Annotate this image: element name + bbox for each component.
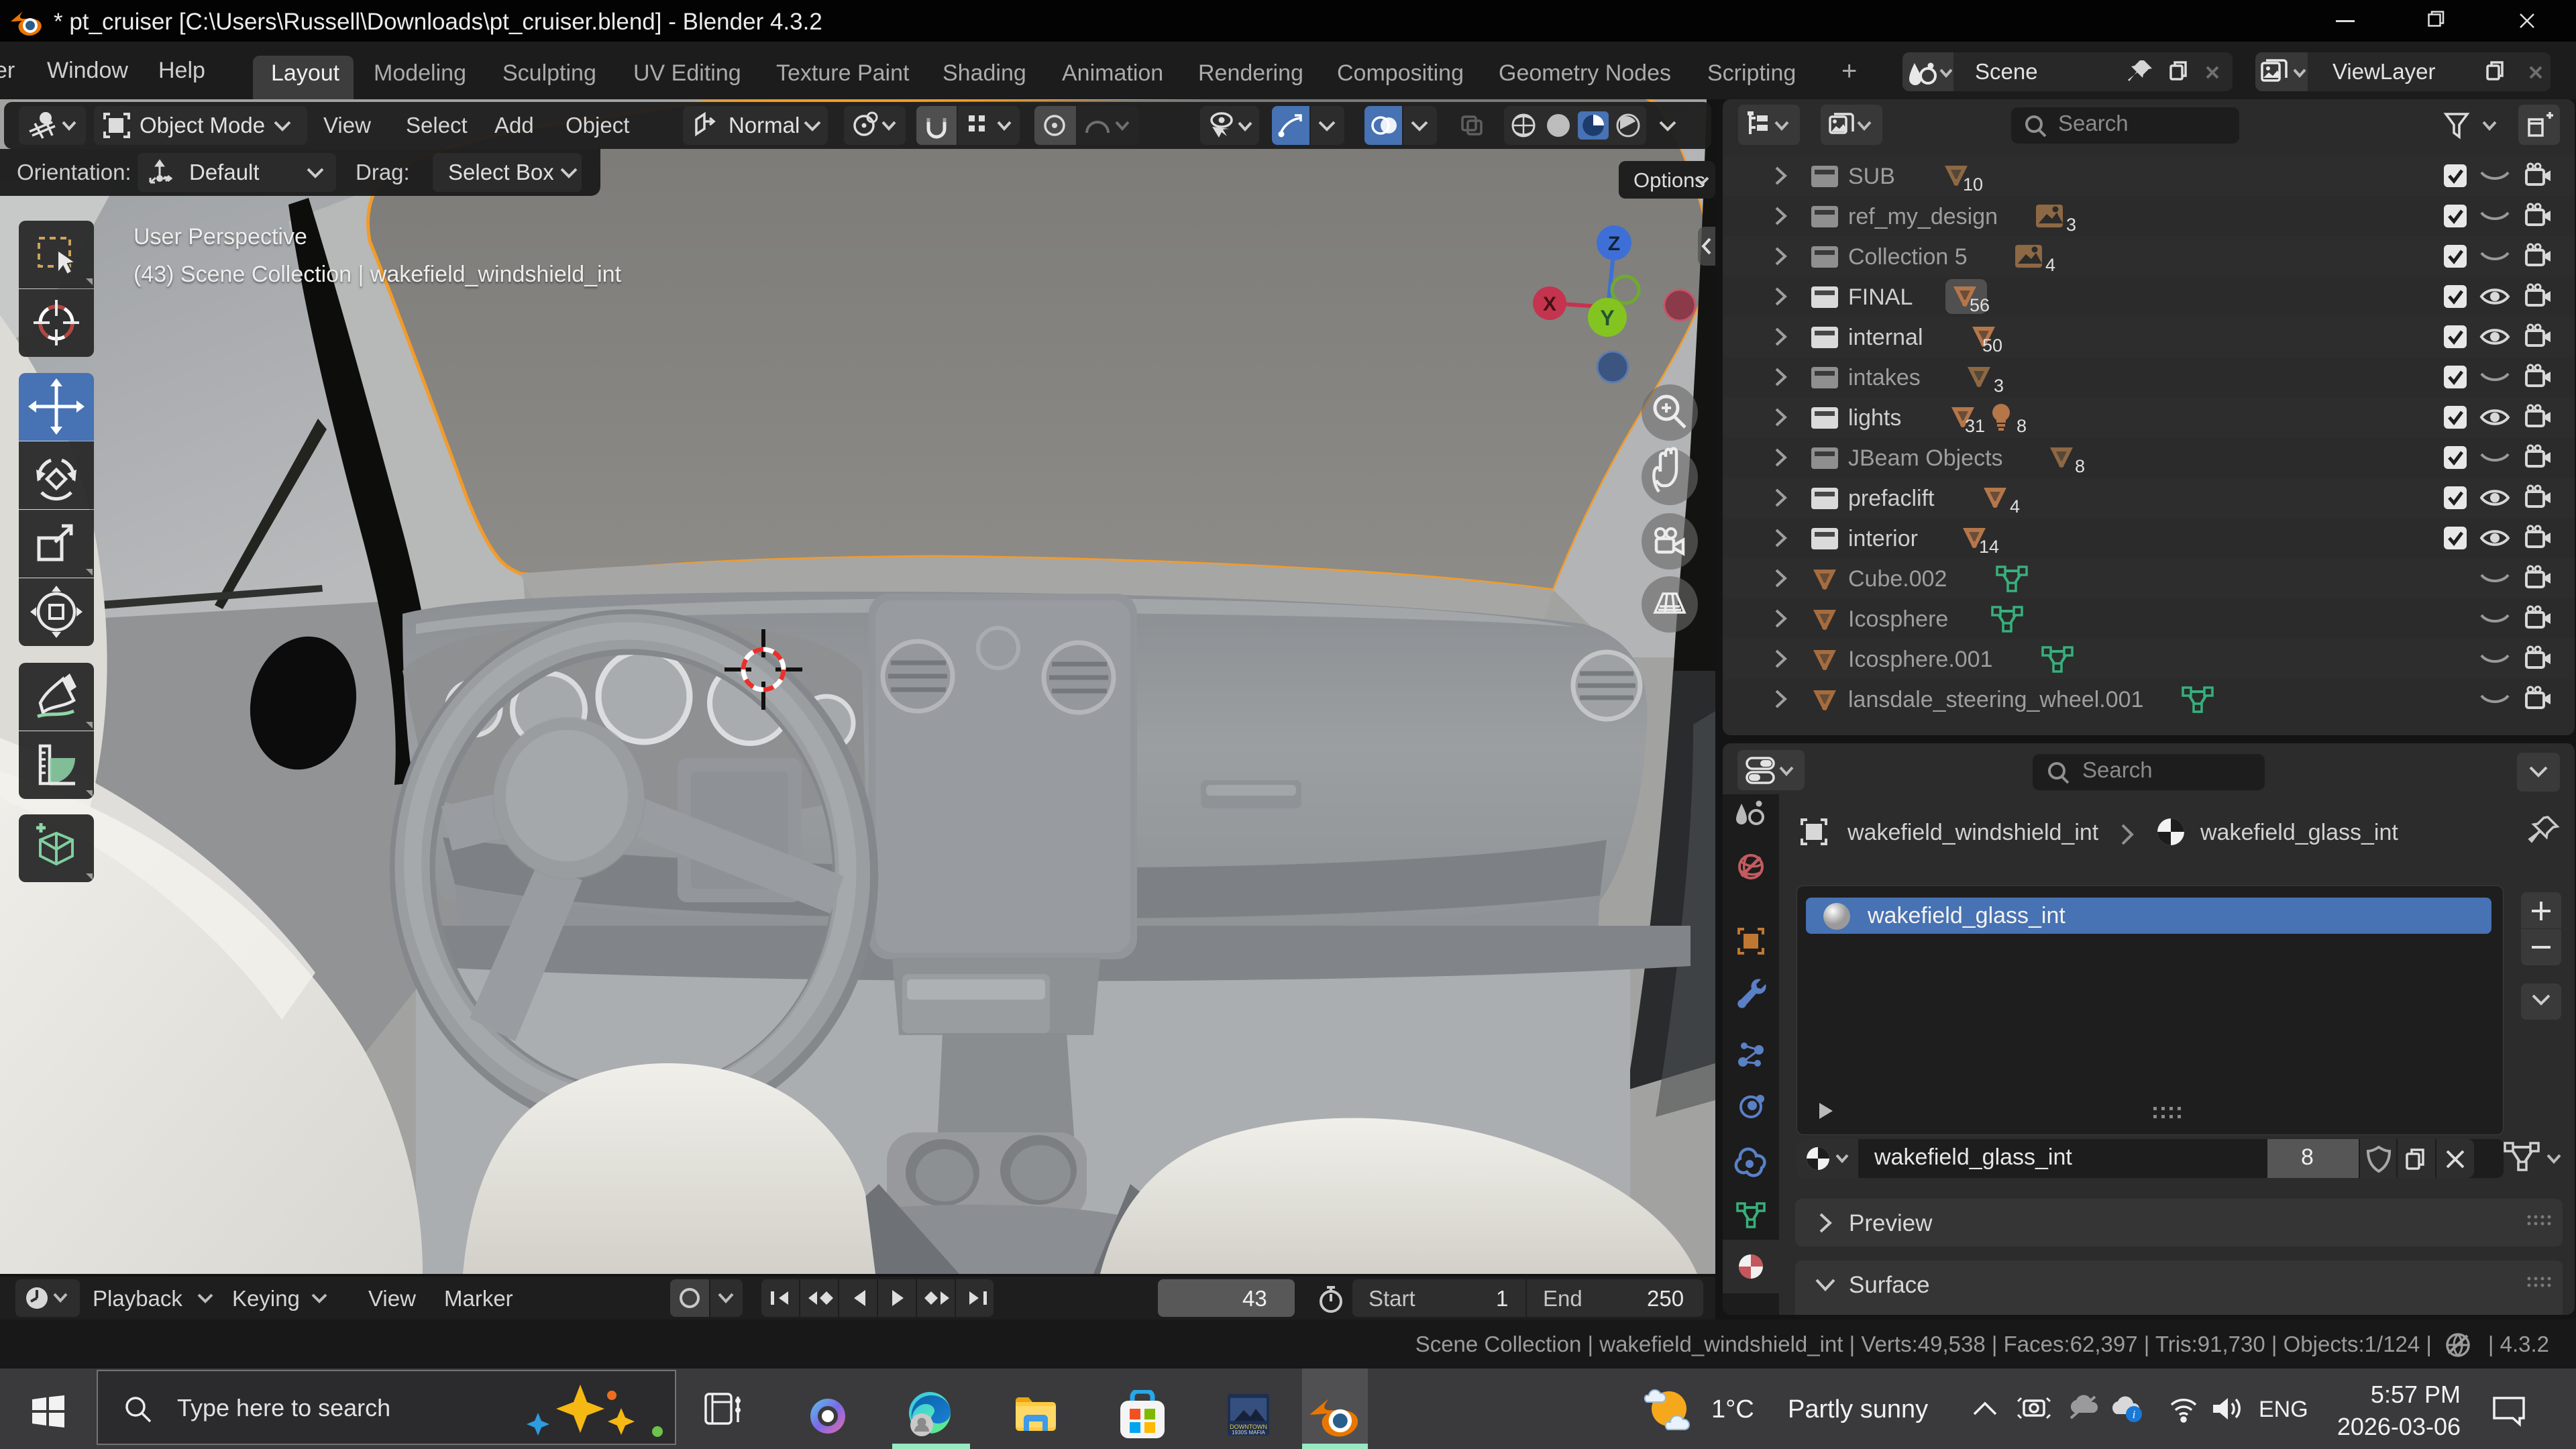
svg-text:3: 3	[1994, 376, 2004, 396]
svg-text:FINAL: FINAL	[1848, 284, 1913, 310]
svg-text:Cube.002: Cube.002	[1848, 566, 1947, 592]
svg-text:ENG: ENG	[2259, 1397, 2308, 1422]
svg-text:8: 8	[2075, 456, 2085, 476]
svg-text:56: 56	[1970, 295, 1990, 315]
svg-text:interior: interior	[1848, 526, 1918, 551]
svg-text:Y: Y	[1600, 306, 1614, 330]
svg-text:50: 50	[1982, 335, 2002, 356]
svg-text:prefaclift: prefaclift	[1848, 486, 1935, 511]
svg-text:intakes: intakes	[1848, 365, 1921, 390]
svg-text:Icosphere: Icosphere	[1848, 606, 1948, 632]
svg-text:8: 8	[2017, 416, 2027, 436]
svg-text:3: 3	[2066, 215, 2076, 235]
svg-text:Collection 5: Collection 5	[1848, 244, 1968, 270]
svg-text:4: 4	[2045, 255, 2055, 275]
svg-text:JBeam Objects: JBeam Objects	[1848, 445, 2003, 471]
svg-text:Icosphere.001: Icosphere.001	[1848, 647, 1993, 672]
svg-text:1930S MAFIA: 1930S MAFIA	[1232, 1430, 1265, 1436]
svg-text:X: X	[1543, 293, 1556, 315]
svg-text:ref_my_design: ref_my_design	[1848, 204, 1998, 229]
svg-text:31: 31	[1965, 416, 1985, 436]
svg-text:10: 10	[1963, 174, 1983, 195]
svg-text:internal: internal	[1848, 325, 1923, 350]
svg-text:lansdale_steering_wheel.001: lansdale_steering_wheel.001	[1848, 687, 2143, 712]
svg-text:Z: Z	[1608, 233, 1620, 255]
svg-text:i: i	[2133, 1408, 2136, 1421]
svg-text:lights: lights	[1848, 405, 1901, 431]
svg-text:4: 4	[2010, 496, 2020, 517]
svg-text:SUB: SUB	[1848, 164, 1895, 189]
svg-text:14: 14	[1979, 537, 1999, 557]
